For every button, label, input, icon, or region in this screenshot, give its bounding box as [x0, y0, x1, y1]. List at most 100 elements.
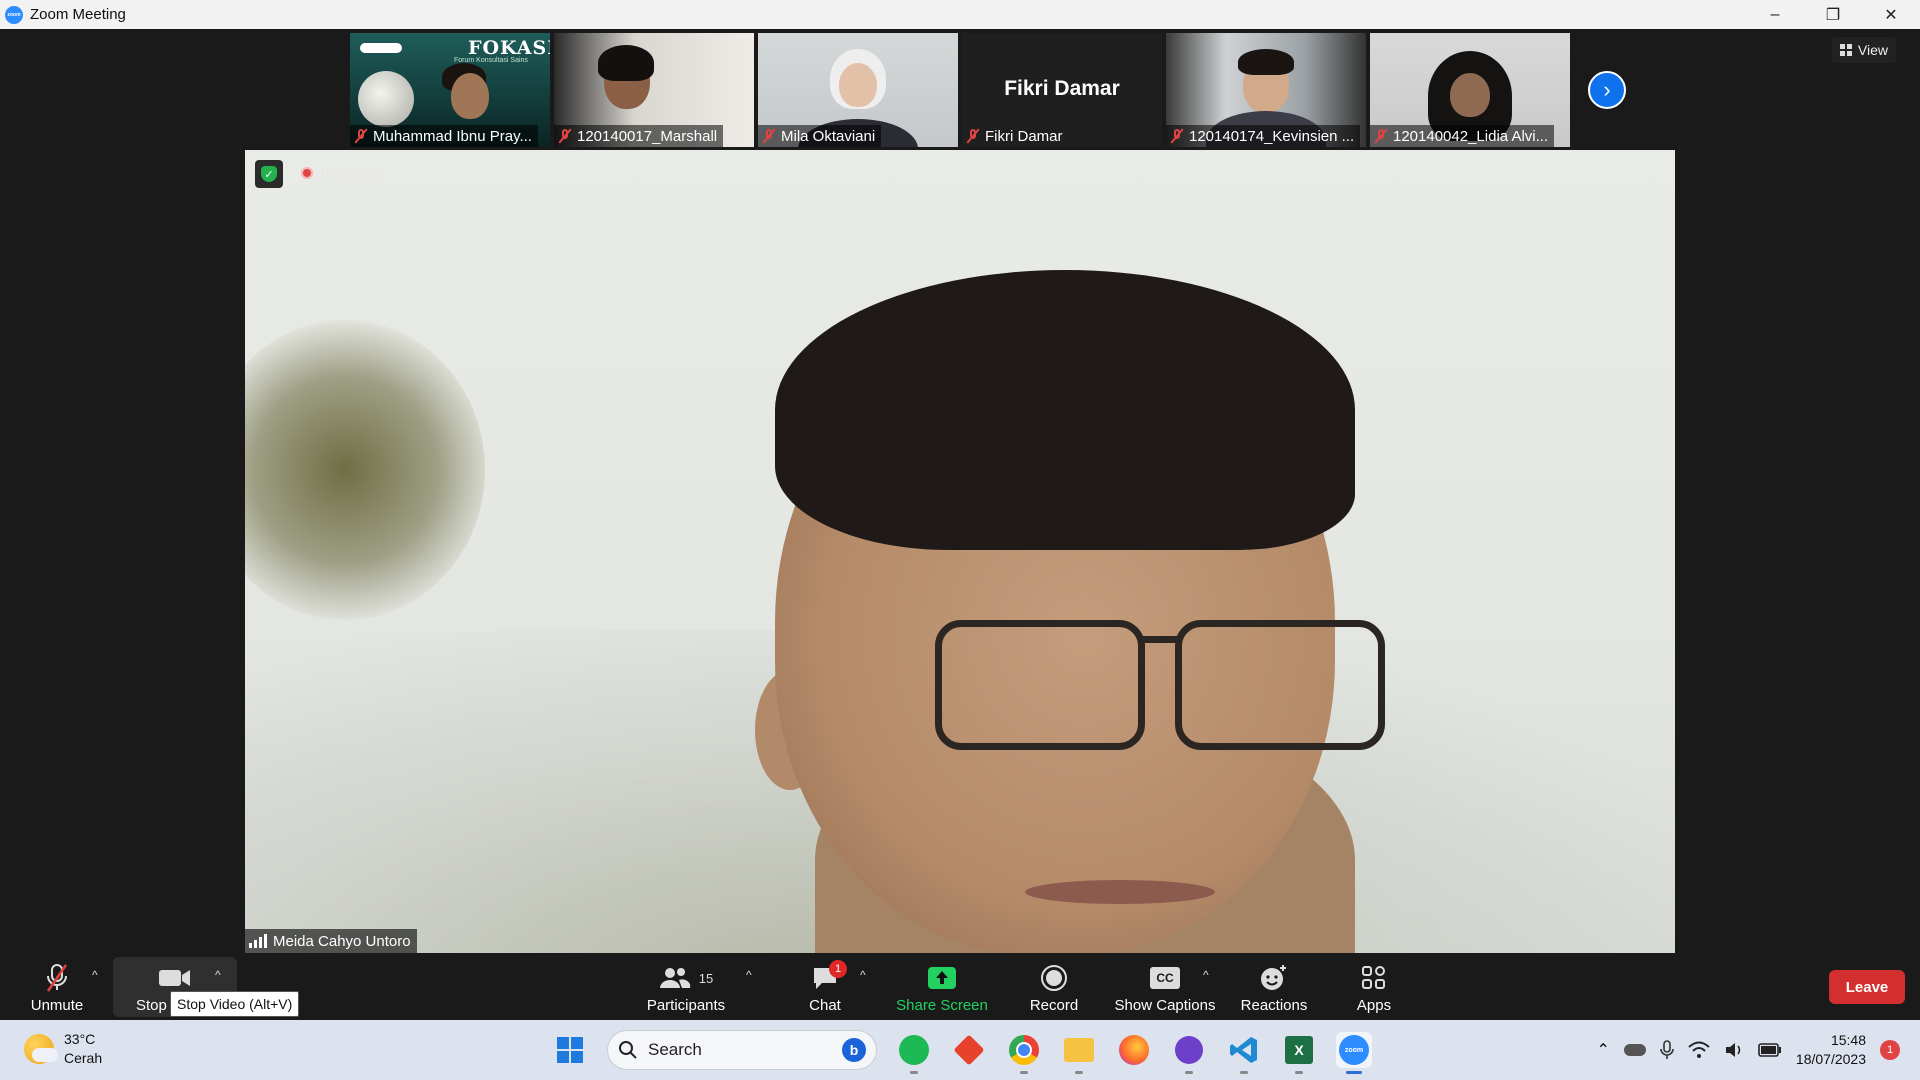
participant-thumbnail[interactable]: 120140042_Lidia Alvi...: [1370, 33, 1570, 147]
spotify-app[interactable]: [896, 1032, 932, 1074]
participants-button[interactable]: 15 Participants: [640, 954, 732, 1020]
github-desktop-app[interactable]: [1171, 1032, 1207, 1074]
participant-thumbnail[interactable]: 120140017_Marshall: [554, 33, 754, 147]
firefox-app[interactable]: [1116, 1032, 1152, 1068]
meeting-area: View FOKASI Forum Konsultasi Sains Muham…: [0, 29, 1920, 954]
signal-strength-icon: [249, 934, 267, 948]
show-captions-label: Show Captions: [1114, 997, 1216, 1014]
chevron-up-icon[interactable]: ⌃: [1597, 1040, 1610, 1060]
diamond-app-icon: [953, 1034, 985, 1066]
battery-icon[interactable]: [1758, 1043, 1782, 1057]
stop-video-tooltip: Stop Video (Alt+V): [170, 991, 300, 1017]
participant-hair: [1238, 49, 1294, 75]
participant-thumbnail[interactable]: Fikri Damar Fikri Damar: [962, 33, 1162, 147]
onedrive-cloud-icon[interactable]: [1623, 1044, 1646, 1056]
participant-thumbnail[interactable]: 120140174_Kevinsien ...: [1166, 33, 1366, 147]
participant-hair: [598, 45, 654, 81]
share-screen-button[interactable]: Share Screen: [892, 954, 992, 1020]
chat-button[interactable]: 1 Chat: [795, 954, 855, 1020]
speaker-volume-icon[interactable]: [1724, 1041, 1744, 1059]
record-button[interactable]: Record: [1022, 954, 1086, 1020]
closed-captions-icon: CC: [1150, 963, 1180, 993]
notification-badge[interactable]: 1: [1880, 1040, 1900, 1060]
mic-muted-icon: [1374, 128, 1388, 144]
share-screen-icon: [927, 963, 957, 993]
windows-taskbar: 33°C Cerah Search b X zoom ⌃ 15:48 18/07…: [0, 1020, 1920, 1080]
clock-date: 18/07/2023: [1795, 1051, 1866, 1067]
windows-start-button[interactable]: [552, 1032, 588, 1068]
reactions-button[interactable]: Reactions: [1238, 954, 1310, 1020]
weather-temperature: 33°C: [64, 1031, 96, 1047]
apps-button[interactable]: Apps: [1350, 954, 1398, 1020]
participants-options-caret[interactable]: ^: [746, 968, 752, 982]
vscode-icon: [1230, 1037, 1257, 1063]
unmute-button[interactable]: Unmute: [28, 954, 86, 1020]
participants-label: Participants: [646, 997, 726, 1014]
participant-thumbnail[interactable]: Mila Oktaviani: [758, 33, 958, 147]
stop-video-label: Stop: [136, 997, 167, 1014]
moon-graphic: [358, 71, 414, 127]
taskbar-apps: Search b X zoom: [552, 1028, 1372, 1074]
chat-label: Chat: [809, 997, 841, 1014]
zoom-app[interactable]: zoom: [1336, 1032, 1372, 1074]
show-captions-button[interactable]: CC Show Captions: [1110, 954, 1220, 1020]
mic-muted-icon: [44, 963, 70, 993]
git-app[interactable]: [951, 1032, 987, 1068]
mic-muted-icon: [354, 128, 368, 144]
record-label: Record: [1029, 997, 1079, 1014]
view-label: View: [1857, 42, 1888, 58]
zoom-logo-icon: zoom: [5, 5, 23, 24]
chat-unread-badge: 1: [829, 960, 847, 978]
speaker-mouth: [1025, 880, 1215, 904]
unmute-label: Unmute: [30, 997, 84, 1014]
chrome-icon: [1009, 1035, 1039, 1065]
participant-name: Fikri Damar: [985, 127, 1063, 145]
vscode-app[interactable]: [1226, 1032, 1262, 1074]
captions-options-caret[interactable]: ^: [1203, 968, 1209, 982]
participant-label: 120140042_Lidia Alvi...: [1370, 125, 1555, 147]
system-clock[interactable]: 15:48 18/07/2023: [1796, 1031, 1866, 1069]
weather-widget[interactable]: 33°C Cerah: [24, 1030, 102, 1068]
participant-label: Mila Oktaviani: [758, 125, 882, 147]
window-controls: – ❐ ✕: [1746, 0, 1920, 29]
video-options-caret[interactable]: ^: [215, 968, 221, 982]
windows-logo-icon: [557, 1037, 583, 1063]
participant-thumbnail[interactable]: FOKASI Forum Konsultasi Sains Muhammad I…: [350, 33, 550, 147]
participant-face: [1450, 73, 1490, 117]
taskbar-search[interactable]: Search b: [607, 1030, 877, 1070]
view-button[interactable]: View: [1831, 37, 1896, 63]
weather-condition: Cerah: [64, 1050, 103, 1066]
mic-muted-icon: [762, 128, 776, 144]
restore-button[interactable]: ❐: [1804, 0, 1862, 29]
chat-options-caret[interactable]: ^: [860, 968, 866, 982]
participant-display-name: Fikri Damar: [1004, 77, 1120, 100]
next-page-button[interactable]: ›: [1588, 71, 1626, 109]
speaker-name: Meida Cahyo Untoro: [273, 932, 411, 950]
speaker-name-label: Meida Cahyo Untoro: [245, 929, 417, 953]
folder-icon: [1064, 1038, 1094, 1062]
close-button[interactable]: ✕: [1862, 0, 1920, 29]
record-icon: [1040, 963, 1068, 993]
microphone-icon[interactable]: [1660, 1040, 1674, 1060]
file-explorer-app[interactable]: [1061, 1032, 1097, 1074]
recording-label: Recording: [321, 165, 381, 180]
encryption-shield-button[interactable]: ✓: [255, 160, 283, 188]
apps-icon: [1361, 963, 1387, 993]
window-title-bar: zoom Zoom Meeting – ❐ ✕: [0, 0, 1920, 29]
chrome-app[interactable]: [1006, 1032, 1042, 1074]
participant-label: Muhammad Ibnu Pray...: [350, 125, 538, 147]
participant-name: 120140174_Kevinsien ...: [1189, 127, 1355, 145]
mic-muted-icon: [558, 128, 572, 144]
minimize-button[interactable]: –: [1746, 0, 1804, 29]
smiley-add-icon: [1259, 963, 1289, 993]
participants-icon: 15: [659, 963, 713, 993]
speaker-glasses-bridge: [1141, 636, 1181, 643]
wifi-icon[interactable]: [1688, 1041, 1710, 1059]
audio-options-caret[interactable]: ^: [92, 968, 98, 982]
participant-face: [839, 63, 877, 107]
leave-button[interactable]: Leave: [1829, 970, 1905, 1004]
excel-app[interactable]: X: [1281, 1032, 1317, 1074]
recording-indicator[interactable]: Recording: [301, 165, 380, 180]
participant-name: 120140017_Marshall: [577, 127, 718, 145]
background-plant: [245, 320, 485, 620]
